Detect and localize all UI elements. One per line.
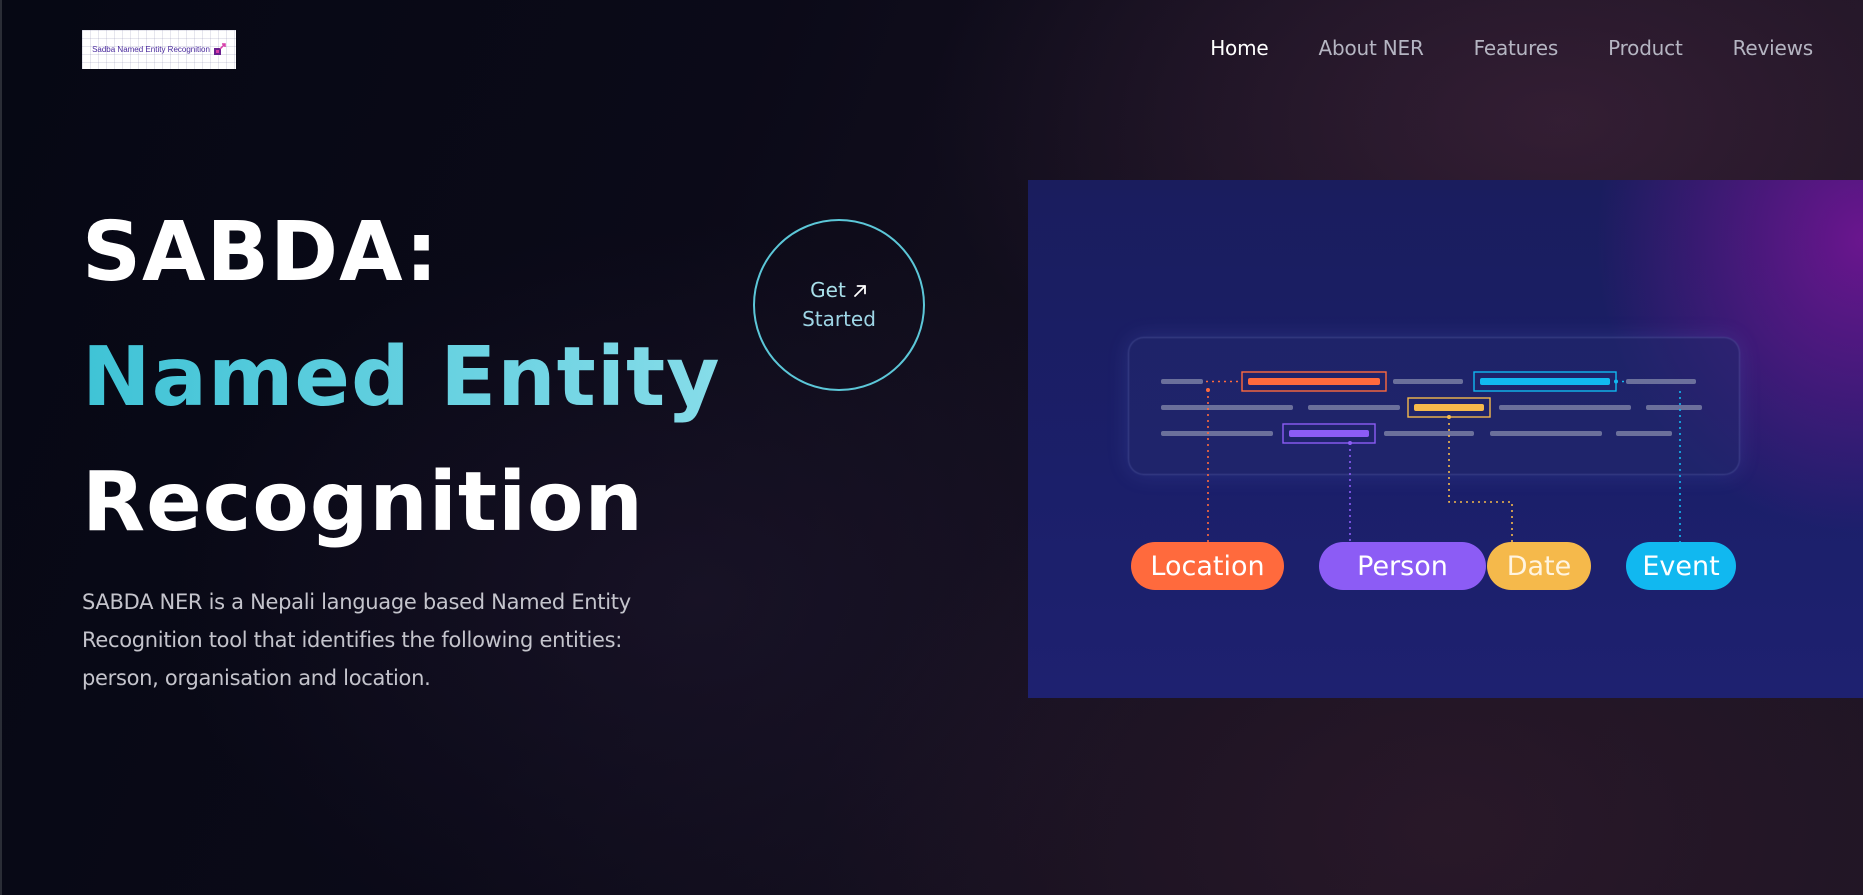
logo[interactable]: Sadba Named Entity Recognition bbox=[82, 30, 236, 69]
entity-highlight-event bbox=[1473, 371, 1617, 392]
nav-item-reviews[interactable]: Reviews bbox=[1733, 36, 1814, 60]
ner-illustration: Location Person Date Event bbox=[1028, 180, 1863, 698]
main-nav: Home About NER Features Product Reviews bbox=[1210, 36, 1813, 60]
get-started-label-line-1: Get bbox=[810, 278, 846, 302]
entity-chip-event: Event bbox=[1626, 542, 1736, 590]
get-started-label-line-2: Started bbox=[802, 307, 876, 331]
entity-highlight-person bbox=[1282, 423, 1376, 444]
hero-title-line-2: Named Entity bbox=[82, 315, 721, 440]
entity-chip-person: Person bbox=[1319, 542, 1486, 590]
nav-item-features[interactable]: Features bbox=[1474, 36, 1559, 60]
get-started-button[interactable]: Get Started bbox=[753, 219, 925, 391]
hero-description: SABDA NER is a Nepali language based Nam… bbox=[82, 590, 631, 690]
arrow-up-right-icon bbox=[853, 284, 866, 297]
hero-title-line-3: Recognition bbox=[82, 455, 644, 550]
entity-highlight-date bbox=[1407, 397, 1491, 418]
get-started-button-row: Get bbox=[810, 276, 868, 305]
nav-item-product[interactable]: Product bbox=[1608, 36, 1683, 60]
entity-highlight-location bbox=[1241, 371, 1387, 392]
hero-title-line-1: SABDA: bbox=[82, 205, 439, 300]
nav-item-about-ner[interactable]: About NER bbox=[1318, 36, 1423, 60]
entity-chip-location: Location bbox=[1131, 542, 1284, 590]
hero-title: SABDA: Named Entity Recognition bbox=[82, 190, 721, 565]
nav-item-home[interactable]: Home bbox=[1210, 36, 1268, 60]
annotated-text-graphic bbox=[1161, 371, 1702, 542]
entity-chip-date: Date bbox=[1487, 542, 1591, 590]
logo-mark-icon bbox=[213, 43, 226, 55]
logo-text: Sadba Named Entity Recognition bbox=[92, 45, 210, 54]
page: Sadba Named Entity Recognition Home Abou… bbox=[0, 0, 1863, 895]
